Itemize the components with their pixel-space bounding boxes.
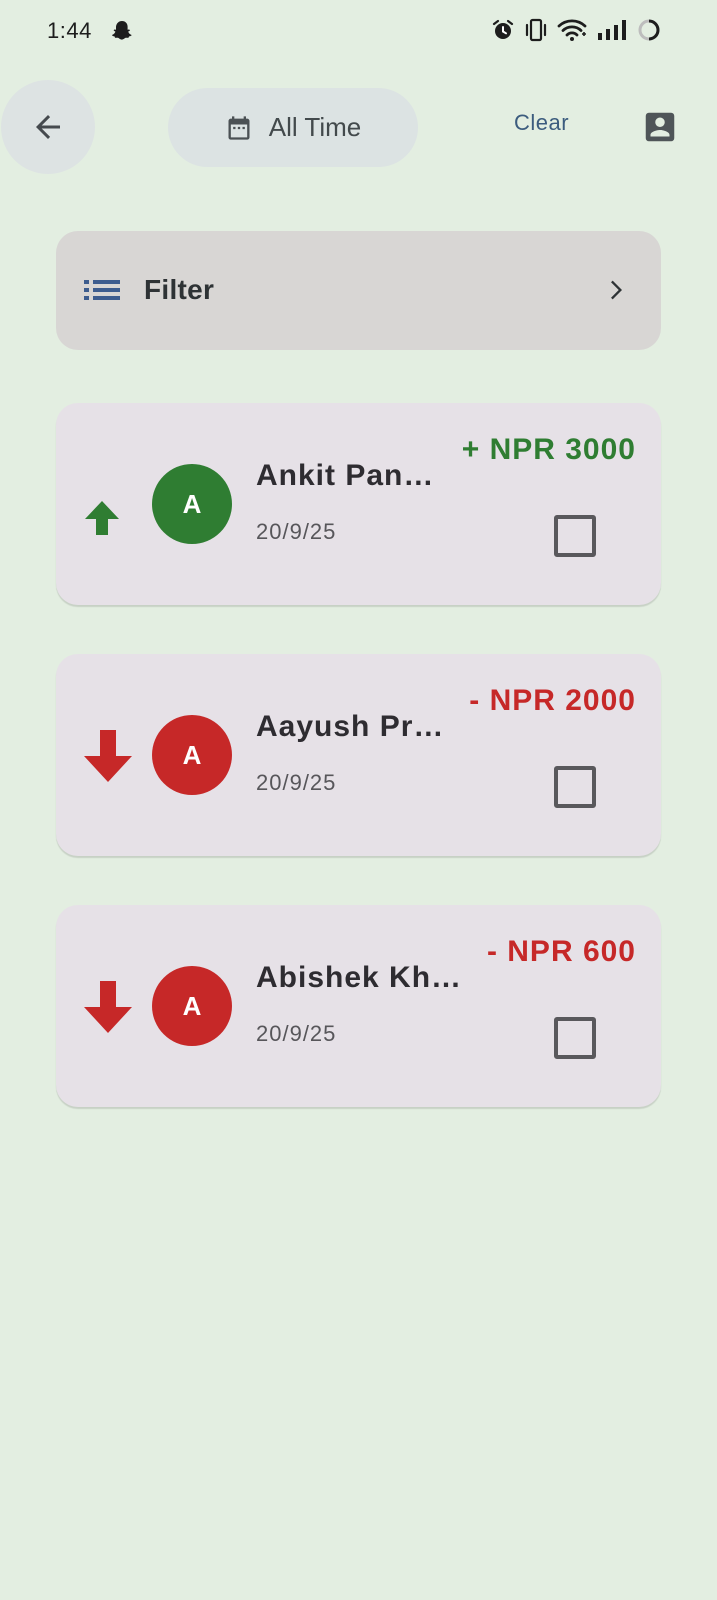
clear-button[interactable]: Clear	[514, 110, 569, 136]
transaction-card[interactable]: A Ankit Pan… 20/9/25 + NPR 3000	[56, 403, 661, 605]
chevron-right-icon	[611, 280, 622, 300]
avatar: A	[152, 966, 232, 1046]
transaction-date: 20/9/25	[256, 519, 337, 544]
arrow-down-icon	[84, 981, 132, 1033]
date-range-chip[interactable]: All Time	[168, 88, 418, 167]
date-range-label: All Time	[268, 112, 362, 142]
select-checkbox[interactable]	[554, 766, 596, 808]
alarm-icon	[492, 19, 514, 39]
transaction-name: Abishek Kh…	[256, 961, 463, 994]
arrow-down-icon	[84, 730, 132, 782]
battery-icon	[638, 19, 660, 41]
transaction-amount: - NPR 2000	[469, 684, 636, 717]
snapchat-icon	[112, 21, 132, 40]
select-checkbox[interactable]	[554, 1017, 596, 1059]
account-box-icon[interactable]	[641, 108, 679, 146]
select-checkbox[interactable]	[554, 515, 596, 557]
transaction-amount: - NPR 600	[486, 935, 636, 968]
status-time: 1:44	[47, 18, 92, 43]
avatar: A	[152, 715, 232, 795]
avatar: A	[152, 464, 232, 544]
avatar-initial: A	[182, 990, 202, 1021]
avatar-initial: A	[182, 739, 202, 770]
filter-button[interactable]: Filter	[56, 231, 661, 350]
back-button[interactable]	[1, 80, 95, 174]
arrow-up-icon	[85, 501, 119, 535]
vibrate-icon	[525, 18, 547, 42]
avatar-initial: A	[182, 488, 202, 519]
transaction-card[interactable]: A Abishek Kh… 20/9/25 - NPR 600	[56, 905, 661, 1107]
transaction-name: Ankit Pan…	[256, 459, 435, 492]
transaction-card[interactable]: A Aayush Pr… 20/9/25 - NPR 2000	[56, 654, 661, 856]
list-icon	[84, 280, 120, 300]
transaction-date: 20/9/25	[256, 1021, 337, 1046]
transaction-name: Aayush Pr…	[256, 710, 445, 743]
arrow-back-icon	[36, 115, 60, 139]
status-bar: 1:44	[0, 0, 717, 64]
transaction-amount: + NPR 3000	[461, 433, 636, 466]
transaction-date: 20/9/25	[256, 770, 337, 795]
filter-label: Filter	[144, 274, 215, 305]
wifi-icon	[557, 19, 587, 41]
signal-icon	[598, 20, 626, 40]
calendar-icon	[228, 115, 250, 140]
